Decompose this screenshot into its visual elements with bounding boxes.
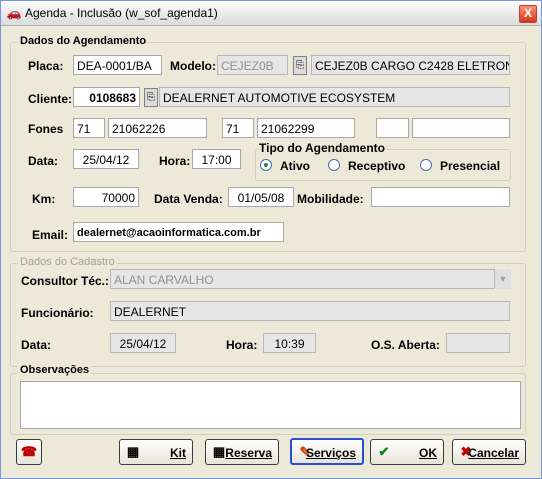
radio-receptivo[interactable] [328, 159, 340, 171]
ok-icon: ✔ [378, 444, 390, 459]
cadastro-hora-label: Hora: [226, 338, 258, 352]
chevron-down-icon: ▼ [498, 274, 508, 284]
cliente-name-field: DEALERNET AUTOMOTIVE ECOSYSTEM [159, 87, 510, 107]
fone-ddd-3-input[interactable] [376, 118, 409, 138]
servicos-button[interactable]: ✎ Serviços [290, 438, 364, 465]
kit-icon: ▦ [126, 444, 140, 459]
data-input[interactable]: 25/04/12 [73, 149, 139, 169]
os-aberta-label: O.S. Aberta: [371, 338, 440, 352]
modelo-lookup-button[interactable]: ⎘ [293, 56, 307, 75]
reserva-button[interactable]: ▦ Reserva [205, 439, 279, 465]
close-button[interactable]: X [519, 5, 537, 23]
window-title: Agenda - Inclusão (w_sof_agenda1) [25, 6, 218, 20]
email-label: Email: [32, 228, 69, 242]
observacoes-label: Observações [18, 364, 92, 376]
radio-receptivo-label[interactable]: Receptivo [348, 159, 405, 173]
fone-number-1-input[interactable]: 21062226 [108, 118, 207, 138]
observacoes-textarea[interactable] [20, 381, 521, 429]
reserva-button-label: Reserva [225, 446, 272, 460]
ok-button[interactable]: ✔ OK [370, 439, 444, 465]
funcionario-label: Funcionário: [21, 306, 94, 320]
title-bar[interactable]: 🚗 Agenda - Inclusão (w_sof_agenda1) X [1, 1, 541, 26]
hora-input[interactable]: 17:00 [192, 149, 241, 169]
radio-presencial[interactable] [420, 159, 432, 171]
cliente-code-input[interactable]: 0108683 [73, 87, 140, 107]
fone-number-2-input[interactable]: 21062299 [257, 118, 355, 138]
lookup-icon: ⎘ [296, 60, 304, 71]
cadastro-section-label: Dados do Cadastro [18, 256, 117, 268]
cancelar-button-label: Cancelar [468, 446, 519, 460]
radio-ativo-label[interactable]: Ativo [280, 159, 310, 173]
km-input[interactable]: 70000 [73, 187, 139, 207]
os-aberta-field [446, 333, 510, 353]
cadastro-data-field: 25/04/12 [110, 333, 176, 353]
fone-ddd-1-input[interactable]: 71 [73, 118, 105, 138]
phone-button[interactable]: ☎ [16, 439, 42, 465]
phone-icon: ☎ [20, 444, 38, 459]
mobilidade-input[interactable] [371, 187, 510, 207]
ok-button-label: OK [419, 446, 437, 460]
tipo-agendamento-label: Tipo do Agendamento [259, 141, 387, 155]
data-label: Data: [28, 154, 59, 168]
modelo-code-field: CEJEZ0B [217, 55, 288, 75]
mobilidade-label: Mobilidade: [297, 192, 364, 206]
agenda-window: 🚗 Agenda - Inclusão (w_sof_agenda1) X Da… [0, 0, 542, 479]
funcionario-field: DEALERNET [110, 301, 510, 321]
cancelar-button[interactable]: ✖ Cancelar [452, 439, 526, 465]
km-label: Km: [32, 192, 56, 206]
placa-label: Placa: [28, 59, 64, 73]
placa-input[interactable]: DEA-0001/BA [73, 55, 162, 75]
modelo-label: Modelo: [170, 59, 216, 73]
fones-label: Fones [28, 122, 64, 136]
cadastro-data-label: Data: [21, 338, 52, 352]
kit-button-label: Kit [170, 446, 186, 460]
consultor-label: Consultor Téc.: [21, 274, 110, 288]
radio-ativo[interactable] [260, 159, 272, 171]
modelo-description-field: CEJEZ0B CARGO C2428 ELETRON [311, 55, 510, 75]
lookup-icon: ⎘ [147, 92, 155, 103]
servicos-button-label: Serviços [305, 446, 356, 460]
email-input[interactable]: dealernet@acaoinformatica.com.br [73, 222, 284, 242]
data-venda-input[interactable]: 01/05/08 [228, 187, 294, 207]
consultor-select[interactable]: ALAN CARVALHO [110, 269, 510, 289]
cliente-lookup-button[interactable]: ⎘ [144, 88, 158, 107]
fone-number-3-input[interactable] [412, 118, 510, 138]
cadastro-hora-field: 10:39 [263, 333, 316, 353]
data-venda-label: Data Venda: [154, 192, 223, 206]
agendamento-section-label: Dados do Agendamento [18, 35, 149, 47]
consultor-dropdown-button[interactable]: ▼ [494, 269, 511, 289]
car-icon: 🚗 [6, 6, 22, 20]
cliente-label: Cliente: [28, 92, 73, 106]
kit-button[interactable]: ▦ Kit [119, 439, 193, 465]
fone-ddd-2-input[interactable]: 71 [222, 118, 254, 138]
radio-presencial-label[interactable]: Presencial [440, 159, 500, 173]
hora-label: Hora: [159, 154, 191, 168]
